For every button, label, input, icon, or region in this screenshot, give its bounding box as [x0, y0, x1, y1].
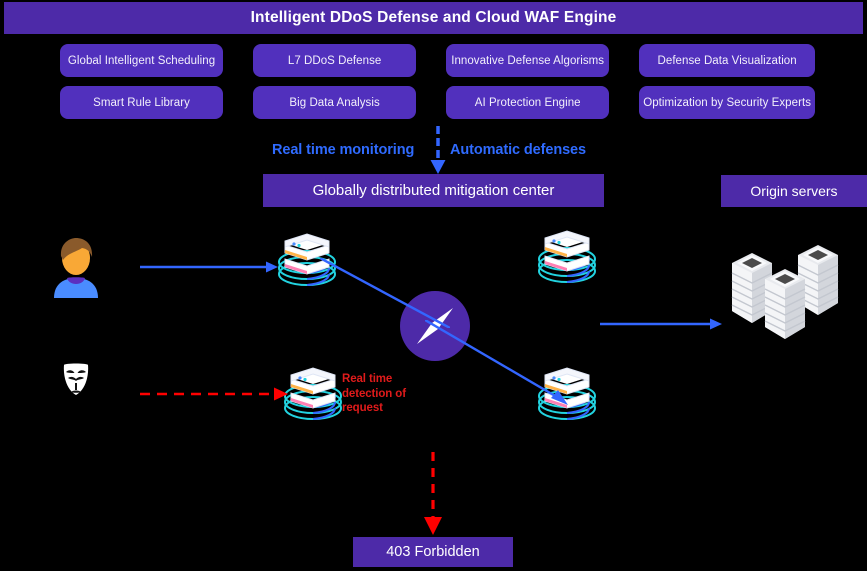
- feature-grid: Global Intelligent Scheduling L7 DDoS De…: [60, 44, 815, 119]
- connector-node-to-origin: [600, 318, 722, 330]
- forbidden-response-box[interactable]: 403 Forbidden: [353, 537, 513, 567]
- header-bar: Intelligent DDoS Defense and Cloud WAF E…: [4, 2, 863, 34]
- page-title: Intelligent DDoS Defense and Cloud WAF E…: [250, 9, 617, 26]
- connector-attacker-to-node: [140, 387, 288, 401]
- feature-pill-innovative-defense-algorisms[interactable]: Innovative Defense Algorisms: [446, 44, 610, 77]
- feature-pill-ai-protection-engine[interactable]: AI Protection Engine: [446, 86, 610, 119]
- connector-node-to-forbidden: [424, 452, 442, 535]
- diagram-canvas: Intelligent DDoS Defense and Cloud WAF E…: [0, 0, 867, 571]
- label-automatic-defenses: Automatic defenses: [450, 142, 586, 158]
- feature-pill-smart-rule-library[interactable]: Smart Rule Library: [60, 86, 224, 119]
- connector-node-to-engine: [320, 258, 450, 328]
- feature-pill-defense-data-visualization[interactable]: Defense Data Visualization: [639, 44, 815, 77]
- mitigation-center-box[interactable]: Globally distributed mitigation center: [263, 174, 604, 207]
- server-node-icon: [538, 230, 596, 283]
- feature-pill-l7-ddos-defense[interactable]: L7 DDoS Defense: [253, 44, 417, 77]
- label-real-time-detection: Real time detection of request: [342, 373, 406, 414]
- connector-user-to-node: [140, 261, 278, 273]
- connector-engine-to-node: [425, 320, 568, 405]
- feature-pill-big-data-analysis[interactable]: Big Data Analysis: [253, 86, 417, 119]
- dotted-down-arrow-icon: [430, 126, 446, 174]
- feature-pill-global-intelligent-scheduling[interactable]: Global Intelligent Scheduling: [60, 44, 224, 77]
- anonymous-mask-icon: [63, 363, 89, 395]
- server-rack-icon: [731, 245, 839, 339]
- user-avatar-icon: [54, 238, 98, 298]
- feature-pill-optimization-by-security-experts[interactable]: Optimization by Security Experts: [639, 86, 815, 119]
- origin-servers-box[interactable]: Origin servers: [721, 175, 867, 207]
- label-real-time-monitoring: Real time monitoring: [272, 142, 415, 158]
